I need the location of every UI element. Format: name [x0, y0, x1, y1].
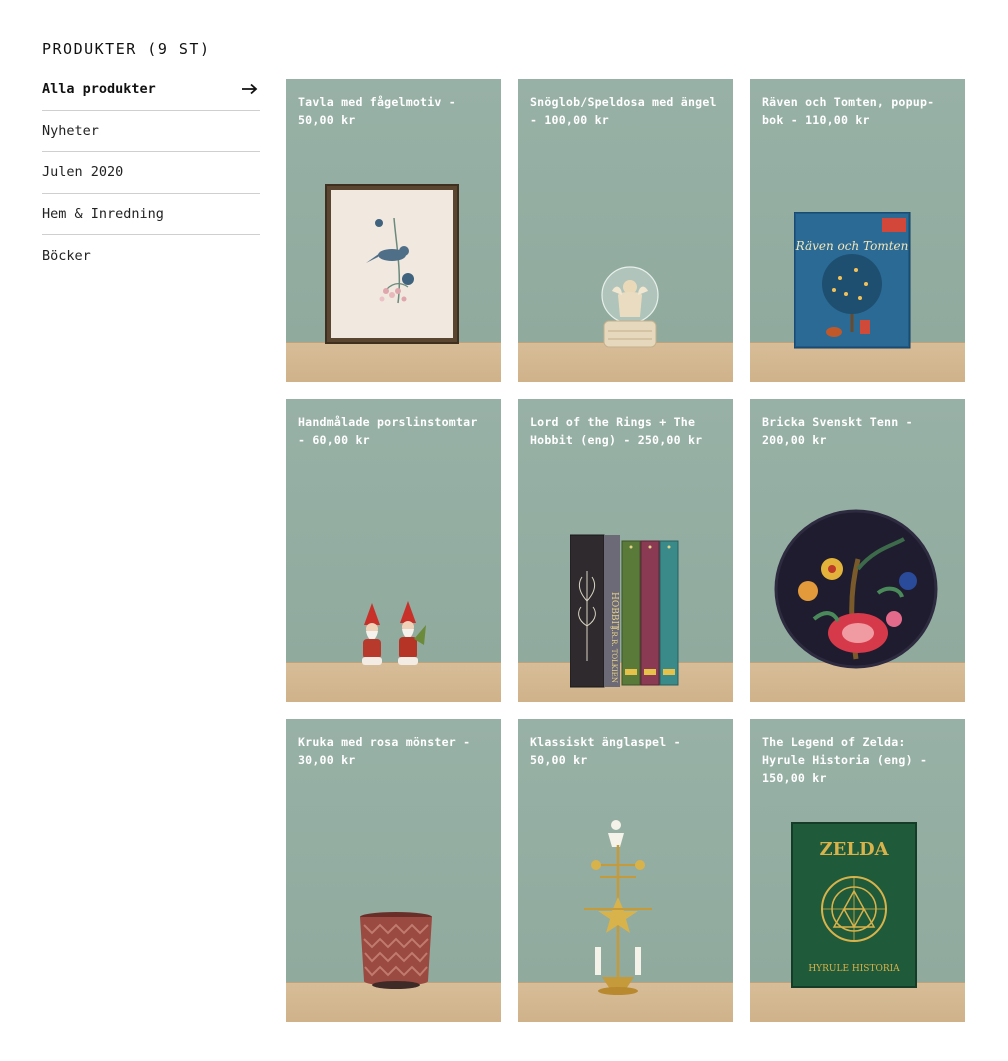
- category-sidebar: Alla produkter Nyheter Julen 2020 Hem & …: [42, 69, 260, 277]
- page-heading: PRODUKTER (9 ST): [42, 40, 211, 58]
- product-title: Bricka Svenskt Tenn - 200,00 kr: [762, 415, 913, 447]
- svg-text:HOBBIT: HOBBIT: [609, 592, 619, 630]
- svg-text:ZELDA: ZELDA: [819, 839, 889, 860]
- product-card[interactable]: Kruka med rosa mönster - 30,00 kr: [286, 719, 501, 1022]
- sidebar-item-bocker[interactable]: Böcker: [42, 235, 260, 277]
- sidebar-item-label: Nyheter: [42, 122, 99, 139]
- product-card[interactable]: Handmålade porslinstomtar - 60,00 kr: [286, 399, 501, 702]
- product-title: Tavla med fågelmotiv - 50,00 kr: [298, 95, 456, 127]
- sidebar-item-label: Julen 2020: [42, 164, 124, 181]
- product-title: The Legend of Zelda: Hyrule Historia (en…: [762, 735, 928, 785]
- sidebar-item-hem-inredning[interactable]: Hem & Inredning: [42, 194, 260, 235]
- sidebar-item-label: Alla produkter: [42, 81, 156, 98]
- angel-chimes-image: [584, 820, 652, 995]
- svg-text:HYRULE HISTORIA: HYRULE HISTORIA: [808, 964, 900, 974]
- porcelain-gnomes-image: [362, 601, 426, 665]
- product-grid: Tavla med fågelmotiv - 50,00 kr Snöglob/…: [286, 79, 965, 1022]
- product-card[interactable]: ZELDA HYRULE HISTORIA The Legend of Zeld…: [750, 719, 965, 1022]
- product-title: Lord of the Rings + The Hobbit (eng) - 2…: [530, 415, 703, 447]
- zelda-book-image: ZELDA HYRULE HISTORIA: [791, 822, 917, 988]
- product-title: Klassiskt änglaspel - 50,00 kr: [530, 735, 681, 767]
- product-card[interactable]: HOBBIT J.R.R. TOLKIEN Lord of the Rings …: [518, 399, 733, 702]
- floral-tray-image: [774, 509, 938, 669]
- sidebar-item-julen-2020[interactable]: Julen 2020: [42, 152, 260, 194]
- product-card[interactable]: Klassiskt änglaspel - 50,00 kr: [518, 719, 733, 1022]
- product-title: Kruka med rosa mönster - 30,00 kr: [298, 735, 471, 767]
- sidebar-item-nyheter[interactable]: Nyheter: [42, 111, 260, 152]
- sidebar-item-label: Böcker: [42, 247, 91, 264]
- product-card[interactable]: Snöglob/Speldosa med ängel - 100,00 kr: [518, 79, 733, 382]
- sidebar-item-alla-produkter[interactable]: Alla produkter: [42, 69, 260, 111]
- book-box-set-image: HOBBIT J.R.R. TOLKIEN: [570, 534, 679, 688]
- product-card[interactable]: Räven och Tomten Räven och Tomten, popup…: [750, 79, 965, 382]
- svg-text:J.R.R. TOLKIEN: J.R.R. TOLKIEN: [610, 626, 618, 683]
- framed-painting-image: [325, 184, 459, 344]
- product-title: Räven och Tomten, popup-bok - 110,00 kr: [762, 95, 935, 127]
- product-card[interactable]: Bricka Svenskt Tenn - 200,00 kr: [750, 399, 965, 702]
- arrow-right-icon: [242, 84, 258, 95]
- patterned-pot-image: [360, 912, 432, 989]
- sidebar-item-label: Hem & Inredning: [42, 205, 164, 222]
- product-title: Snöglob/Speldosa med ängel - 100,00 kr: [530, 95, 717, 127]
- product-card[interactable]: Tavla med fågelmotiv - 50,00 kr: [286, 79, 501, 382]
- svg-text:Räven och Tomten: Räven och Tomten: [795, 239, 909, 253]
- popup-book-image: Räven och Tomten: [794, 212, 911, 349]
- product-image-shelf: [286, 342, 501, 382]
- product-title: Handmålade porslinstomtar - 60,00 kr: [298, 415, 478, 447]
- snow-globe-image: [601, 266, 659, 348]
